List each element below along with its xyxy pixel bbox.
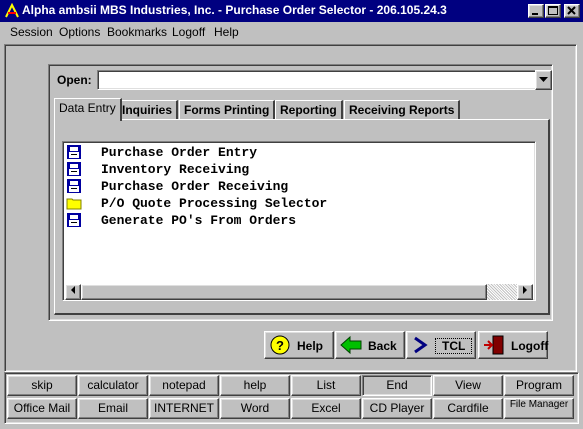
launcher-calculator-button[interactable]: calculator <box>78 375 148 396</box>
help-label: Help <box>297 339 324 353</box>
minimize-button[interactable] <box>528 4 544 18</box>
list-item-label: Purchase Order Entry <box>101 145 258 160</box>
list-item[interactable]: Inventory Receiving <box>66 161 526 178</box>
arrow-left-icon <box>71 286 75 294</box>
close-button[interactable] <box>564 4 580 18</box>
tcl-button[interactable]: TCL <box>406 331 476 359</box>
svg-text:?: ? <box>276 338 284 353</box>
list-item-label: P/O Quote Processing Selector <box>101 196 328 211</box>
close-icon <box>567 6 576 15</box>
launcher-program-button[interactable]: Program <box>504 375 574 396</box>
launcher-skip-button[interactable]: skip <box>7 375 77 396</box>
list-item[interactable]: P/O Quote Processing Selector <box>66 195 526 212</box>
list-item[interactable]: Purchase Order Receiving <box>66 178 526 195</box>
open-dropdown-button[interactable] <box>535 70 552 90</box>
list-item[interactable]: Purchase Order Entry <box>66 144 526 161</box>
launcher-file-manager-button[interactable]: File Manager <box>504 398 574 419</box>
open-input[interactable] <box>97 70 537 90</box>
maximize-icon <box>548 6 558 15</box>
program-icon <box>67 145 81 159</box>
tcl-label: TCL <box>435 338 473 354</box>
launcher-list-button[interactable]: List <box>291 375 361 396</box>
launcher-help-button[interactable]: help <box>220 375 290 396</box>
title-bar[interactable]: Alpha ambsii MBS Industries, Inc. - Purc… <box>0 0 583 22</box>
launcher-internet-button[interactable]: INTERNET <box>149 398 219 419</box>
tab-reporting[interactable]: Reporting <box>275 100 343 120</box>
chevron-down-icon <box>539 77 548 82</box>
menu-help[interactable]: Help <box>214 25 239 39</box>
open-label: Open: <box>57 73 92 87</box>
menu-list: Purchase Order Entry Inventory Receiving… <box>62 141 536 301</box>
launcher-end-button[interactable]: End <box>362 375 432 396</box>
program-icon <box>67 213 81 227</box>
menu-bookmarks[interactable]: Bookmarks <box>107 25 167 39</box>
logoff-button[interactable]: Logoff <box>478 331 548 359</box>
list-item-label: Generate PO's From Orders <box>101 213 297 228</box>
door-exit-icon <box>484 335 504 355</box>
window-title: Alpha ambsii MBS Industries, Inc. - Purc… <box>22 3 447 17</box>
menu-session[interactable]: Session <box>10 25 53 39</box>
list-item[interactable]: Generate PO's From Orders <box>66 212 526 229</box>
back-arrow-icon <box>340 335 362 355</box>
scroll-left-button[interactable] <box>65 284 81 300</box>
launcher-view-button[interactable]: View <box>433 375 503 396</box>
scroll-right-button[interactable] <box>517 284 533 300</box>
horizontal-scrollbar[interactable] <box>65 284 533 300</box>
launcher-word-button[interactable]: Word <box>220 398 290 419</box>
tab-receiving-reports[interactable]: Receiving Reports <box>344 100 461 120</box>
tab-inquiries[interactable]: Inquiries <box>117 100 179 120</box>
arrow-right-icon <box>523 286 527 294</box>
back-button[interactable]: Back <box>335 331 405 359</box>
program-icon <box>67 179 81 193</box>
list-item-label: Inventory Receiving <box>101 162 250 177</box>
launcher-email-button[interactable]: Email <box>78 398 148 419</box>
question-icon: ? <box>270 335 290 355</box>
menu-logoff[interactable]: Logoff <box>172 25 205 39</box>
menu-bar: Session Options Bookmarks Logoff Help <box>0 22 583 42</box>
launcher-excel-button[interactable]: Excel <box>291 398 361 419</box>
launcher-office-mail-button[interactable]: Office Mail <box>7 398 77 419</box>
menu-options[interactable]: Options <box>59 25 100 39</box>
program-icon <box>67 162 81 176</box>
tcl-arrow-icon <box>414 336 428 354</box>
minimize-icon <box>532 13 538 15</box>
app-icon[interactable] <box>4 3 20 19</box>
logoff-label: Logoff <box>511 339 549 353</box>
back-label: Back <box>368 339 397 353</box>
launcher-cardfile-button[interactable]: Cardfile <box>433 398 503 419</box>
list-item-label: Purchase Order Receiving <box>101 179 289 194</box>
folder-icon <box>66 198 82 210</box>
tab-data-entry[interactable]: Data Entry <box>54 98 122 121</box>
maximize-button[interactable] <box>545 4 561 18</box>
launcher-notepad-button[interactable]: notepad <box>149 375 219 396</box>
scroll-thumb[interactable] <box>81 284 487 300</box>
launcher-bar: skip calculator notepad help List End Vi… <box>4 372 579 424</box>
launcher-cd-player-button[interactable]: CD Player <box>362 398 432 419</box>
tab-forms-printing[interactable]: Forms Printing <box>179 100 276 120</box>
help-button[interactable]: ? Help <box>264 331 334 359</box>
